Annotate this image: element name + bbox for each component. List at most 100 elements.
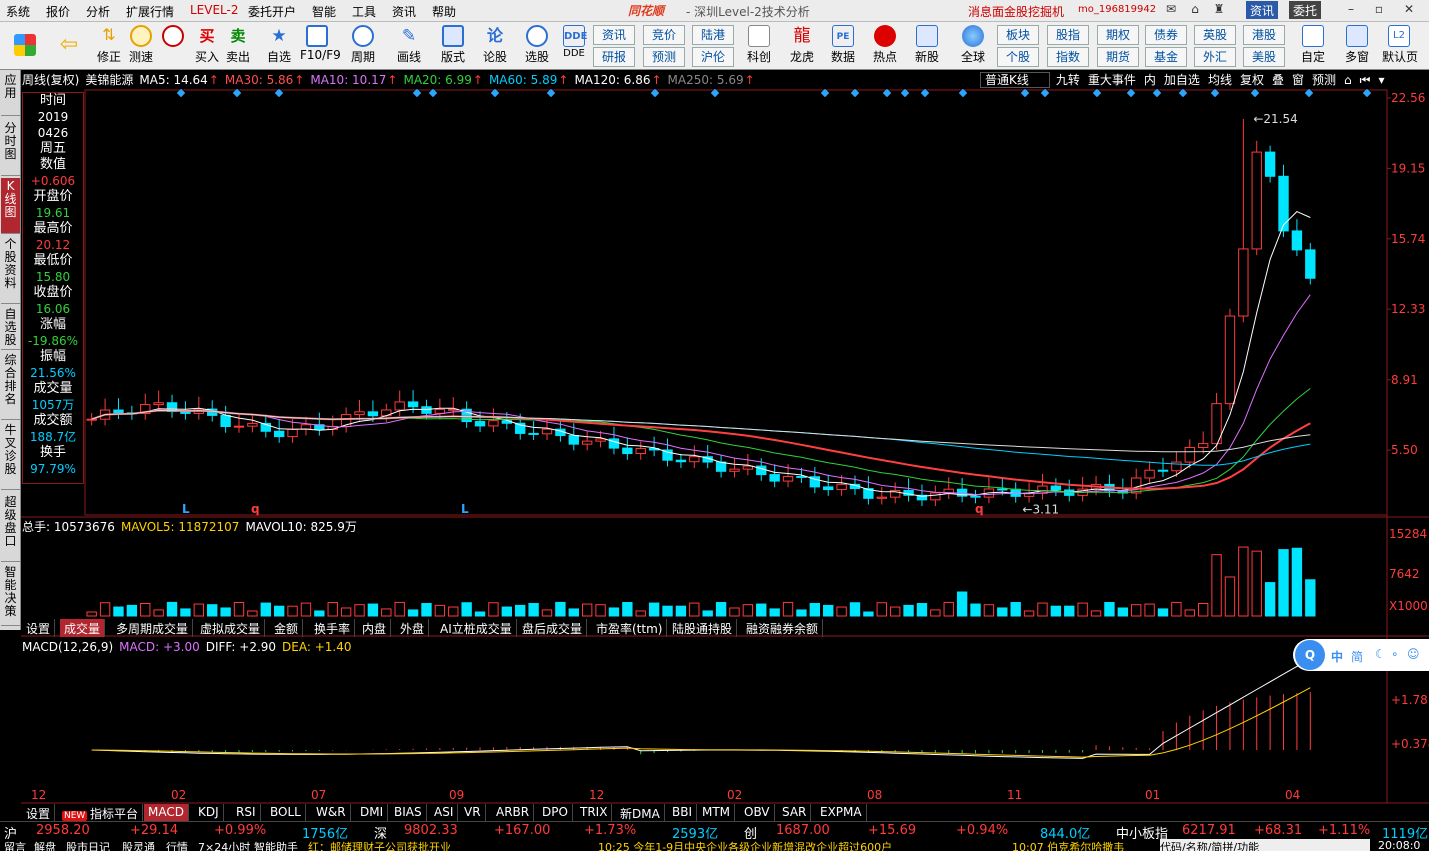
message-icon[interactable]: ✉ [1160,2,1182,19]
first-page-icon[interactable]: ⏮ [1358,73,1373,87]
trade-button[interactable]: 委托 [1289,1,1322,19]
kline-chart-svg[interactable]: 22.56 19.15 15.74 12.33 8.91 5.50 ←21.54 ←3.11 L… [21,70,1429,822]
uk-stocks-button[interactable]: 英股 [1194,25,1236,45]
search-widget[interactable]: Q 中 简 ☾ ∘ ☺ [1293,639,1429,671]
custom-button[interactable]: 自定 [1296,24,1330,68]
dots-icon[interactable]: ∘ [1391,647,1399,661]
ticker-headline[interactable]: 10:25 今年1-9月中央企业各级企业新增混改企业超过600户 [598,839,892,851]
volume-tab[interactable]: 成交量 [60,619,106,637]
indicator-tab[interactable]: TRIX [576,804,613,822]
ticker-item[interactable]: 解盘 [34,839,56,851]
indicator-tab[interactable]: BBI [668,804,698,822]
indicator-tab[interactable]: RSI [232,804,261,822]
ticker-item[interactable]: 7×24小时 [198,839,250,851]
back-button[interactable]: ⇦ [52,24,86,68]
stock-screen-button[interactable]: 选股 [520,24,554,68]
volume-tab[interactable]: 陆股通持股 [668,619,738,637]
indicator-tab[interactable]: DPO [538,804,573,822]
maximize-icon[interactable]: ▫ [1368,2,1390,19]
menu-trade-open[interactable]: 委托开户 [248,3,296,20]
ticker-item[interactable]: 行情 [166,839,188,851]
forex-button[interactable]: 外汇 [1194,47,1236,67]
indicator-tab[interactable]: W&R [312,804,351,822]
multi-window-button[interactable]: 多窗 [1340,24,1374,68]
us-stocks-button[interactable]: 美股 [1243,47,1285,67]
indicator-tab[interactable]: BIAS [390,804,427,822]
volume-tab[interactable]: 虚拟成交量 [196,619,266,637]
tab-kline[interactable]: K线图 [1,178,20,234]
menu-level2[interactable]: LEVEL-2 [190,3,239,17]
kline-type-select[interactable]: 普通K线 [980,72,1050,88]
menu-system[interactable]: 系统 [6,3,30,20]
futures-button[interactable]: 期货 [1097,47,1139,67]
indicator-tab[interactable]: ARBR [492,804,535,822]
funds-button[interactable]: 基金 [1145,47,1187,67]
close-icon[interactable]: ✕ [1398,2,1420,19]
indicator-tab[interactable]: 设置 [22,804,56,822]
dragon-tiger-button[interactable]: 龍龙虎 [785,24,819,68]
macd-title[interactable]: MACD(12,26,9) [22,640,113,654]
ma-button[interactable]: 均线 [1206,73,1234,87]
chart-area[interactable]: 22.56 19.15 15.74 12.33 8.91 5.50 ←21.54 ←3.11 L… [21,70,1429,822]
tab-super-board[interactable]: 超级盘口 [1,494,20,562]
adjust-button[interactable]: 复权 [1238,73,1266,87]
lock-icon[interactable]: ⌂ [1184,2,1206,19]
volume-tab[interactable]: 金额 [270,619,304,637]
indicator-tab[interactable]: SAR [778,804,812,822]
ticker-item[interactable]: 留言 [4,839,26,851]
data-button[interactable]: PE 数据 [826,24,860,68]
indicator-tab[interactable]: BOLL [266,804,306,822]
indicator-tab[interactable]: ASI [430,804,459,822]
nine-turn-button[interactable]: 九转 [1054,73,1082,87]
search-q-icon[interactable]: Q [1295,640,1325,670]
menu-tools[interactable]: 工具 [352,3,376,20]
bonds-button[interactable]: 债券 [1145,25,1187,45]
single-stock-button[interactable]: 个股 [997,47,1039,67]
ticker-item[interactable]: 股灵通 [122,839,155,851]
news-button[interactable]: 资讯 [1246,1,1279,19]
tab-watchlist[interactable]: 自选股 [1,306,20,350]
minimize-icon[interactable]: – [1340,2,1362,19]
hk-stocks-button[interactable]: 港股 [1243,25,1285,45]
watchlist-button[interactable]: ★ 自选 [262,24,296,68]
volume-tab[interactable]: 多周期成交量 [112,619,194,637]
indicator-tab[interactable]: OBV [740,804,775,822]
hk-connect-button[interactable]: 陆港 [692,25,734,45]
major-events-button[interactable]: 重大事件 [1086,73,1138,87]
ticker-item[interactable]: 智能助手 [254,839,298,851]
inner-button[interactable]: 内 [1142,73,1158,87]
forecast-button[interactable]: 预测 [643,47,685,67]
overlay-button[interactable]: 叠 [1270,73,1286,87]
tab-apps[interactable]: 应用 [1,72,20,116]
draw-line-button[interactable]: ✎ 画线 [392,24,426,68]
volume-tab[interactable]: AI立桩成交量 [436,619,517,637]
search-simplified-label[interactable]: 简 [1351,648,1363,665]
volume-tab[interactable]: 设置 [22,619,56,637]
sector-button[interactable]: 板块 [997,25,1039,45]
indicator-tab[interactable]: VR [460,804,486,822]
search-lang-label[interactable]: 中 [1331,648,1343,665]
volume-tab[interactable]: 市盈率(ttm) [592,619,668,637]
indicator-tab[interactable]: 新DMA [616,804,665,822]
menu-quote[interactable]: 报价 [46,3,70,20]
menu-news[interactable]: 资讯 [392,3,416,20]
options-button[interactable]: 期权 [1097,25,1139,45]
indicator-tab[interactable]: MACD [144,804,189,822]
smile-icon[interactable]: ☺ [1407,647,1420,661]
f10-button[interactable]: F10/F9 [300,24,341,68]
global-button[interactable]: 全球 [956,24,990,68]
ipo-button[interactable]: 新股 [910,24,944,68]
news-tab-button[interactable]: 资讯 [593,25,635,45]
tab-smart-decision[interactable]: 智能决策 [1,564,20,626]
period-label[interactable]: 周线(复权) [22,73,79,87]
layout-button[interactable]: 版式 [436,24,470,68]
volume-tab[interactable]: 内盘 [358,619,392,637]
sell-button[interactable]: 卖卖出 [221,24,255,68]
indicator-tab[interactable]: MTM [698,804,736,822]
shirt-icon[interactable]: ♜ [1208,2,1230,19]
add-watch-button[interactable]: 加自选 [1162,73,1202,87]
slogan-link[interactable]: 消息面金股挖掘机 [968,3,1064,20]
menu-analysis[interactable]: 分析 [86,3,110,20]
volume-tab[interactable]: 盘后成交量 [518,619,588,637]
index-button[interactable]: 指数 [1047,47,1089,67]
